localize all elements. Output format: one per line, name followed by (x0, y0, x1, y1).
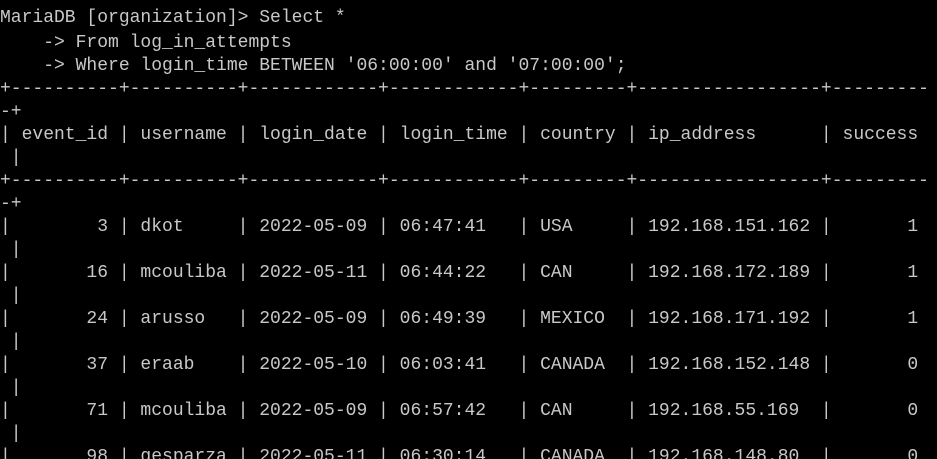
terminal-window[interactable]: MariaDB [organization]> Select * -> From… (0, 0, 937, 459)
table-row: | 3 | dkot | 2022-05-09 | 06:47:41 | USA… (0, 217, 919, 237)
prompt-line-where: -> Where login_time BETWEEN '06:00:00' a… (0, 56, 627, 76)
table-header-row: | event_id | username | login_date | log… (0, 125, 919, 145)
table-border-top: +----------+----------+------------+----… (0, 79, 929, 99)
table-row: | 98 | gesparza | 2022-05-11 | 06:30:14 … (0, 447, 919, 459)
table-row: | 37 | eraab | 2022-05-10 | 06:03:41 | C… (0, 355, 919, 375)
table-row-wrap: | (0, 240, 22, 260)
table-header-wrap: | (0, 148, 22, 168)
prompt-line-from: -> From log_in_attempts (0, 33, 292, 53)
table-row-wrap: | (0, 332, 22, 352)
prompt-line-select: MariaDB [organization]> Select * (0, 8, 346, 28)
table-row-wrap: | (0, 424, 22, 444)
table-row-wrap: | (0, 378, 22, 398)
table-row: | 24 | arusso | 2022-05-09 | 06:49:39 | … (0, 309, 919, 329)
table-row: | 71 | mcouliba | 2022-05-09 | 06:57:42 … (0, 401, 919, 421)
table-row: | 16 | mcouliba | 2022-05-11 | 06:44:22 … (0, 263, 919, 283)
table-border-top-wrap: -+ (0, 102, 22, 122)
table-border-mid: +----------+----------+------------+----… (0, 171, 929, 191)
table-row-wrap: | (0, 286, 22, 306)
table-border-mid-wrap: -+ (0, 194, 22, 214)
